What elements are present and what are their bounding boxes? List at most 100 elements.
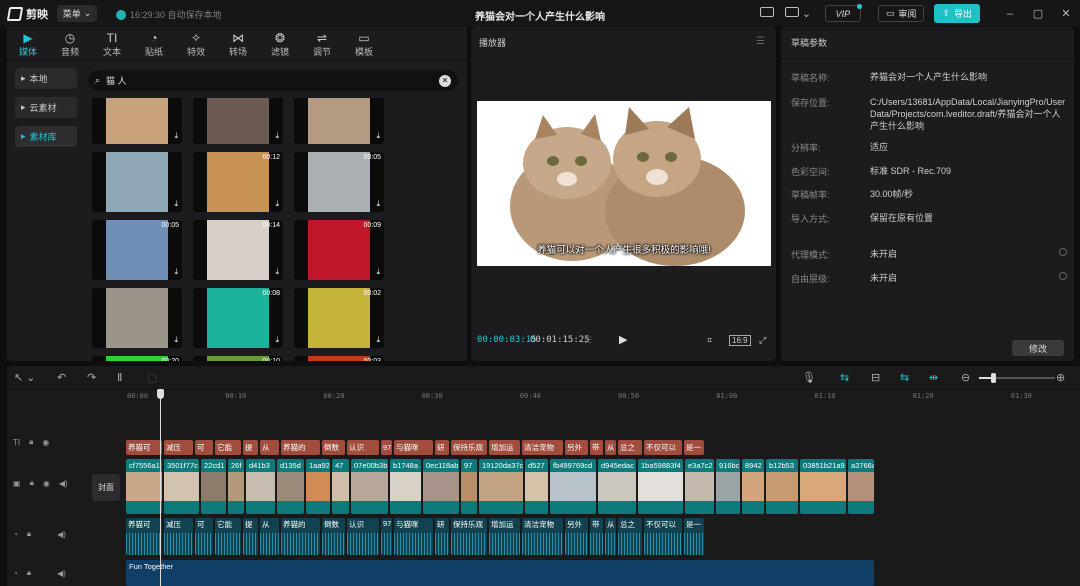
- search-bar[interactable]: ⌕ 猫 人 ✕: [88, 70, 458, 91]
- video-clip[interactable]: b12b53: [766, 459, 798, 514]
- link-icon[interactable]: ⇆: [840, 371, 849, 384]
- text-clip[interactable]: 认识: [347, 440, 379, 455]
- video-clip[interactable]: d527: [525, 459, 548, 514]
- fullscreen-crop-icon[interactable]: ⌗: [707, 335, 712, 346]
- text-clip[interactable]: 倒数: [322, 440, 345, 455]
- cover-button[interactable]: 封面: [92, 474, 120, 501]
- play-button[interactable]: ▶: [619, 333, 627, 346]
- tab-filter[interactable]: ❂ 滤镜: [259, 27, 301, 59]
- menu-icon[interactable]: ☰: [756, 36, 765, 47]
- layout-icon[interactable]: ⌄: [781, 7, 815, 20]
- download-icon[interactable]: ⤓: [174, 131, 178, 141]
- sidebar-item-1[interactable]: ▸ 云素材: [15, 97, 77, 118]
- video-clip[interactable]: 47: [332, 459, 349, 514]
- media-thumbnail[interactable]: ⤓: [294, 98, 384, 144]
- tab-adjust[interactable]: ⇌ 调节: [301, 27, 343, 59]
- video-clip[interactable]: d135d: [277, 459, 304, 514]
- video-clip[interactable]: b1748a: [390, 459, 421, 514]
- video-clip[interactable]: 0ec118ab: [423, 459, 459, 514]
- video-preview[interactable]: 养猫可以对一个人产生很多积极的影响哦!: [477, 101, 771, 266]
- media-thumbnail[interactable]: 00:14 ⤓: [193, 220, 283, 280]
- text-clip[interactable]: 保持乐观: [451, 440, 487, 455]
- audio-clip[interactable]: 它能: [215, 518, 241, 555]
- help-icon[interactable]: [1059, 272, 1067, 280]
- video-clip[interactable]: 07e00b3b: [351, 459, 388, 514]
- media-thumbnail[interactable]: 00:02 ⤓: [294, 288, 384, 348]
- tab-effects[interactable]: ✧ 特效: [175, 27, 217, 59]
- download-icon[interactable]: ⤓: [376, 335, 380, 345]
- undo-icon[interactable]: ↶: [57, 371, 66, 384]
- text-clip[interactable]: 不仅可以: [644, 440, 682, 455]
- maximize-icon[interactable]: ▢: [1024, 7, 1052, 20]
- text-clip[interactable]: 清洁宠物: [522, 440, 563, 455]
- minimize-icon[interactable]: –: [996, 8, 1024, 20]
- video-clip[interactable]: 1aa92: [306, 459, 330, 514]
- tab-media[interactable]: ▶ 媒体: [7, 27, 49, 59]
- audio-clip[interactable]: 从: [605, 518, 616, 555]
- text-clip[interactable]: 带: [590, 440, 603, 455]
- audio-clip[interactable]: 带: [590, 518, 603, 555]
- audio-clip[interactable]: 97: [381, 518, 392, 555]
- download-icon[interactable]: ⤓: [376, 199, 380, 209]
- snap-icon[interactable]: ⊟: [871, 371, 880, 384]
- text-clip[interactable]: 从: [260, 440, 279, 455]
- text-clip[interactable]: 减压: [164, 440, 193, 455]
- audio-clip[interactable]: 是一: [684, 518, 704, 555]
- tab-transition[interactable]: ⋈ 转场: [217, 27, 259, 59]
- download-icon[interactable]: ⤓: [376, 131, 380, 141]
- timeline-ruler[interactable]: 00:00 00:10 00:20 00:30 00:40 00:50 01:00 01:10…: [7, 389, 1080, 406]
- select-tool-icon[interactable]: ↖ ⌄: [14, 371, 36, 384]
- video-clip[interactable]: a3766a: [848, 459, 874, 514]
- media-thumbnail[interactable]: 00:03⤓: [294, 356, 384, 361]
- timeline-view-icon[interactable]: ☷: [584, 335, 592, 346]
- text-clip[interactable]: 增加运: [489, 440, 520, 455]
- audio-clip[interactable]: 减压: [164, 518, 193, 555]
- linkage-icon[interactable]: ⇆: [900, 371, 909, 384]
- audio-clip[interactable]: 从: [260, 518, 279, 555]
- text-clip[interactable]: 从: [605, 440, 616, 455]
- audio-clip[interactable]: 养猫可: [126, 518, 162, 555]
- text-clip[interactable]: 它能: [215, 440, 241, 455]
- zoom-in-icon[interactable]: ⊕: [1056, 371, 1065, 384]
- review-button[interactable]: ▭ 审阅: [877, 5, 925, 22]
- audio-clip[interactable]: 增加运: [489, 518, 520, 555]
- media-thumbnail[interactable]: 00:05 ⤓: [92, 220, 182, 280]
- text-clip[interactable]: 养猫的: [281, 440, 320, 455]
- vip-button[interactable]: VIP: [824, 4, 862, 22]
- audio-clip[interactable]: 不仅可以: [644, 518, 682, 555]
- text-clip[interactable]: 养猫可: [126, 440, 162, 455]
- video-clip[interactable]: 3501f77c: [164, 459, 199, 514]
- redo-icon[interactable]: ↷: [87, 371, 96, 384]
- mute-icon[interactable]: ◀): [59, 479, 68, 488]
- download-icon[interactable]: ⤓: [376, 267, 380, 277]
- media-thumbnail[interactable]: ⤓: [92, 152, 182, 212]
- music-clip[interactable]: Fun Together: [126, 560, 874, 586]
- video-clip[interactable]: 8942: [742, 459, 764, 514]
- text-clip[interactable]: 是一: [684, 440, 704, 455]
- lock-icon[interactable]: 🔒︎: [30, 478, 34, 488]
- media-thumbnail[interactable]: 00:09 ⤓: [294, 220, 384, 280]
- download-icon[interactable]: ⤓: [275, 335, 279, 345]
- media-thumbnail[interactable]: 00:20⤓: [92, 356, 182, 361]
- eye-icon[interactable]: ◉: [43, 479, 50, 488]
- sidebar-item-0[interactable]: ▸ 本地: [15, 68, 77, 89]
- close-icon[interactable]: ✕: [1052, 7, 1080, 20]
- video-clip[interactable]: 22cd1: [201, 459, 226, 514]
- audio-clip[interactable]: 倒数: [322, 518, 345, 555]
- fullscreen-icon[interactable]: ⤢: [759, 335, 766, 346]
- zoom-handle[interactable]: [991, 373, 996, 383]
- sidebar-item-2[interactable]: ▸ 素材库: [15, 126, 77, 147]
- zoom-out-icon[interactable]: ⊖: [961, 371, 970, 384]
- download-icon[interactable]: ⤓: [275, 199, 279, 209]
- audio-clip[interactable]: 另外: [565, 518, 588, 555]
- mute-icon[interactable]: ◀): [57, 530, 66, 539]
- lock-icon[interactable]: 🔒︎: [27, 529, 31, 539]
- audio-clip[interactable]: 总之: [618, 518, 642, 555]
- media-thumbnail[interactable]: ⤓: [92, 98, 182, 144]
- video-clip[interactable]: e3a7c2: [685, 459, 714, 514]
- mute-icon[interactable]: ◀): [57, 569, 66, 578]
- media-thumbnail[interactable]: ⤓: [92, 288, 182, 348]
- download-icon[interactable]: ⤓: [174, 199, 178, 209]
- download-icon[interactable]: ⤓: [174, 267, 178, 277]
- video-clip[interactable]: 19120da37c: [479, 459, 523, 514]
